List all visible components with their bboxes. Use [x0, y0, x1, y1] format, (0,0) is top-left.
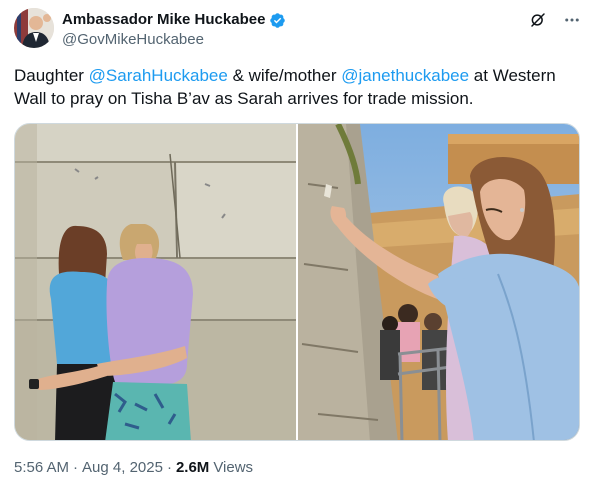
tweet-meta: 5:56 AM · Aug 4, 2025 · 2.6M Views [14, 458, 253, 478]
views-label: Views [213, 459, 254, 476]
photo-sarah-praying[interactable] [298, 124, 579, 440]
mention-sarah-huckabee[interactable]: @SarahHuckabee [89, 66, 228, 85]
author-name-row: Ambassador Mike Huckabee [62, 10, 286, 30]
tweet-header: Ambassador Mike Huckabee @GovMikeHuckabe… [14, 8, 582, 52]
header-actions [528, 10, 582, 30]
tweet-text: Daughter @SarahHuckabee & wife/mother @j… [14, 64, 582, 110]
views-count: 2.6M [175, 459, 210, 476]
meta-separator: · [73, 459, 79, 476]
more-options-icon[interactable] [562, 10, 582, 30]
verified-badge-icon[interactable] [269, 12, 286, 29]
author-handle[interactable]: @GovMikeHuckabee [62, 30, 204, 50]
avatar[interactable] [14, 8, 54, 48]
photo-women-at-wall[interactable] [15, 124, 296, 440]
grok-icon[interactable] [528, 10, 548, 30]
tweet-date[interactable]: Aug 4, 2025 [82, 458, 163, 478]
tweet-text-part: & wife/mother [227, 66, 342, 85]
mention-janet-huckabee[interactable]: @janethuckabee [341, 66, 469, 85]
tweet-time[interactable]: 5:56 AM [14, 458, 69, 478]
media-gallery [14, 123, 580, 441]
meta-separator: · [166, 459, 172, 476]
author-name[interactable]: Ambassador Mike Huckabee [62, 10, 265, 30]
tweet-text-part: Daughter [14, 66, 89, 85]
